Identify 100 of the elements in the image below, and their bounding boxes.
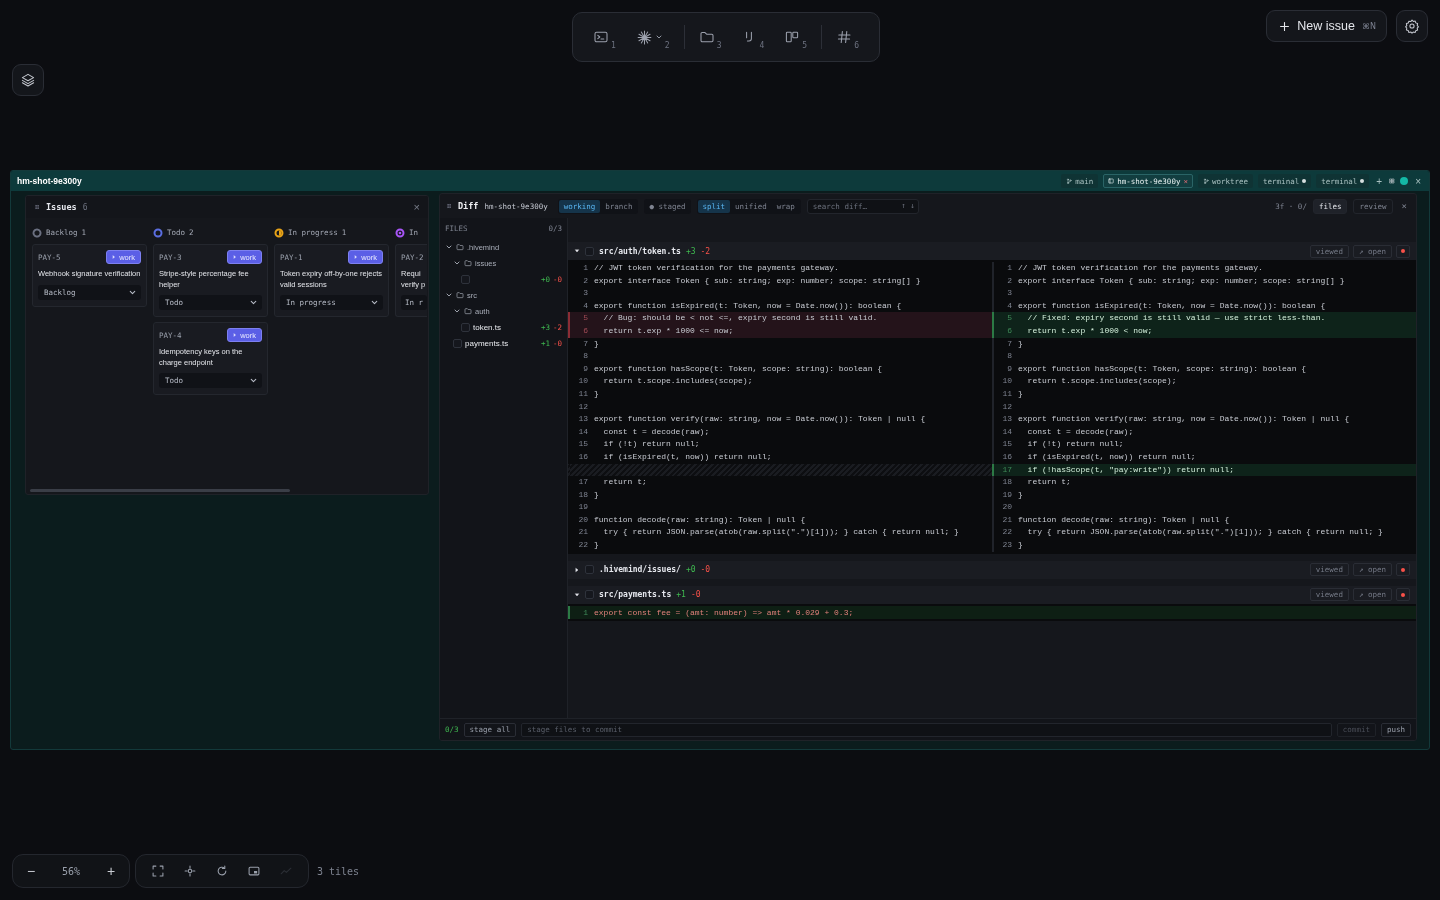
line-number: 16 — [1001, 450, 1013, 463]
plus-icon — [1279, 20, 1291, 32]
code-line: try { return JSON.parse(atob(raw.split(".")[1])); } catch { return null; } — [602, 526, 959, 539]
code-line: if (isExpired(t, now)) return null; — [602, 450, 772, 463]
toolbar-button[interactable]: 5 — [776, 20, 816, 54]
line-number: 7 — [582, 337, 589, 350]
line-number: 9 — [582, 362, 589, 375]
code-line: export const fee = (amt: number) => amt * 0.029 + 0.3; — [594, 606, 854, 619]
toolbar-button[interactable]: 2 — [627, 20, 678, 54]
checkbox[interactable] — [585, 590, 594, 600]
line-number: 20 — [1001, 501, 1013, 514]
line-number: 19 — [1001, 488, 1013, 501]
line-number: 1 — [1006, 262, 1013, 274]
line-number: 22 — [577, 539, 589, 552]
code-line: try { return JSON.parse(atob(raw.split(".")[1])); } catch { return null; } — [1026, 526, 1383, 539]
status-dot — [1302, 179, 1307, 183]
folder-icon — [456, 291, 464, 299]
toolbar-button[interactable]: 3 — [690, 20, 730, 54]
code-line: } — [1018, 387, 1023, 400]
file-path: src/payments.ts — [599, 590, 672, 600]
line-number: 3 — [1006, 287, 1013, 300]
close-button[interactable]: × — [1398, 201, 1410, 211]
status-dot — [1360, 179, 1365, 183]
line-number: 7 — [1006, 337, 1013, 350]
play-icon — [354, 255, 359, 259]
code-line: export interface Token { sub: string; exp: number; scope: string[] } — [594, 274, 921, 287]
code-line: return t.exp * 1000 <= now; — [602, 324, 734, 337]
file-name[interactable]: payments.ts — [465, 338, 509, 348]
close-button[interactable]: × — [413, 201, 420, 213]
add-button[interactable]: + — [1374, 175, 1385, 187]
new-issue-button[interactable]: New issue ⌘N — [1266, 10, 1387, 42]
code-line: export function isExpired(t: Token, now = Date.now()): boolean { — [594, 299, 902, 312]
drag-handle-icon — [34, 204, 40, 210]
line-number: 12 — [1001, 400, 1013, 413]
file-name[interactable]: token.ts — [473, 322, 501, 332]
zoom-out-button[interactable]: − — [19, 859, 43, 883]
line-number: 8 — [582, 350, 589, 363]
folder-icon — [464, 259, 472, 267]
window-icon — [1108, 178, 1115, 184]
code-line: // JWT token verification for the payments gateway. — [1018, 262, 1263, 274]
line-number: 8 — [1006, 350, 1013, 363]
code-line: } — [1018, 488, 1023, 501]
line-number: 17 — [1001, 463, 1013, 476]
folder-icon — [456, 243, 464, 251]
code-line: export function verify(raw: string, now = Date.now()): Token | null { — [594, 413, 926, 426]
line-number: 15 — [577, 438, 589, 451]
tile-count: 3 tiles — [317, 865, 360, 877]
line-number: 22 — [1001, 526, 1013, 539]
zoom-in-button[interactable]: + — [99, 859, 123, 883]
line-number: 2 — [582, 274, 589, 287]
layers-button[interactable] — [12, 64, 44, 96]
branch-icon — [1066, 178, 1073, 184]
checkbox[interactable] — [453, 338, 462, 348]
checkbox[interactable] — [461, 322, 470, 332]
code-line: } — [1018, 539, 1023, 552]
line-number: 14 — [577, 425, 589, 438]
code-line: if (!hasScope(t, "pay:write")) return null; — [1026, 463, 1235, 476]
issue-count: 6 — [82, 202, 88, 212]
code-line: if (isExpired(t, now)) return null; — [1026, 450, 1196, 463]
line-number: 21 — [1001, 513, 1013, 526]
grid-icon — [1389, 178, 1396, 184]
code-line: } — [594, 539, 599, 552]
line-number: 11 — [577, 387, 589, 400]
line-number: 19 — [577, 501, 589, 514]
checkbox[interactable] — [585, 565, 594, 575]
code-line: const t = decode(raw); — [602, 425, 710, 438]
panel-title: Issues — [46, 202, 77, 212]
checkbox[interactable] — [461, 274, 470, 284]
settings-button[interactable] — [1396, 10, 1428, 42]
line-number: 5 — [582, 312, 589, 325]
code-line: return t.scope.includes(scope); — [1026, 375, 1177, 388]
discard-button[interactable] — [1396, 588, 1410, 602]
play-icon — [233, 333, 238, 337]
toolbar-button[interactable]: 1 — [585, 20, 624, 54]
removed-count: -0 — [700, 565, 711, 575]
code-line: export function isExpired(t: Token, now = Date.now()): boolean { — [1018, 299, 1326, 312]
discard-button[interactable] — [1396, 244, 1410, 258]
toolbar-button[interactable]: 6 — [828, 20, 867, 54]
line-number: 18 — [1001, 476, 1013, 489]
line-number: 18 — [577, 488, 589, 501]
line-number: 3 — [582, 287, 589, 300]
folder-icon — [698, 29, 715, 45]
removed-count: -0 — [690, 590, 701, 600]
discard-button[interactable] — [1396, 563, 1410, 577]
file-path: .hivemind/issues/ — [599, 565, 681, 575]
checkbox[interactable] — [585, 246, 594, 256]
close-button[interactable]: × — [1413, 175, 1423, 187]
line-number: 10 — [1001, 375, 1013, 388]
line-number: 17 — [577, 476, 589, 489]
code-line: // Fixed: expiry second is still valid — use strict less-than. — [1026, 312, 1326, 325]
line-number: 6 — [1006, 324, 1013, 337]
toolbar-button[interactable]: 4 — [733, 20, 773, 54]
code-line: } — [594, 387, 599, 400]
line-number: 2 — [1006, 274, 1013, 287]
code-line: export function hasScope(t: Token, scope: string): boolean { — [1018, 362, 1307, 375]
code-line: export function verify(raw: string, now = Date.now()): Token | null { — [1018, 413, 1350, 426]
line-number: 16 — [577, 450, 589, 463]
removed-count: -2 — [700, 246, 711, 256]
scrollbar[interactable] — [30, 489, 290, 492]
dot-icon — [1401, 567, 1405, 572]
